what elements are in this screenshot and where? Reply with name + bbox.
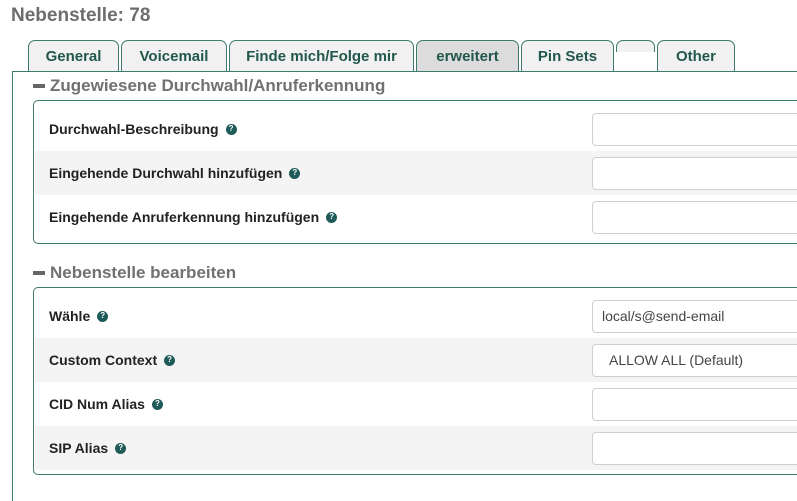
waehle-input[interactable]	[592, 299, 797, 333]
sip-alias-input[interactable]	[592, 431, 797, 465]
help-icon[interactable]: ?	[289, 167, 301, 179]
field-label-cid-num-alias: CID Num Alias ?	[49, 396, 163, 412]
minus-icon[interactable]	[33, 271, 45, 275]
section-box-nebenstelle: Wähle ? Custom Context ? ALLOW ALL (Defa…	[33, 287, 797, 475]
field-label-custom-context: Custom Context ?	[49, 352, 176, 368]
label-text: Custom Context	[49, 352, 158, 368]
durchwahl-beschreibung-input[interactable]	[592, 112, 797, 146]
label-text: Eingehende Durchwahl hinzufügen	[49, 165, 283, 181]
label-text: Wähle	[49, 308, 91, 324]
form-row: Eingehende Durchwahl hinzufügen ?	[35, 151, 797, 195]
tab-finde-mich-folge-mir[interactable]: Finde mich/Folge mir	[229, 40, 414, 71]
tab-unnamed[interactable]	[616, 40, 655, 52]
cid-num-alias-input[interactable]	[592, 387, 797, 421]
help-icon[interactable]: ?	[97, 310, 109, 322]
page-title: Nebenstelle: 78	[11, 5, 151, 26]
tab-general[interactable]: General	[28, 40, 119, 71]
tab-erweitert[interactable]: erweitert	[416, 40, 519, 72]
eingehende-durchwahl-input[interactable]	[592, 156, 797, 190]
field-label-durchwahl-beschreibung: Durchwahl-Beschreibung ?	[49, 121, 237, 137]
form-row: CID Num Alias ?	[35, 382, 797, 426]
section-header-durchwahl[interactable]: Zugewiesene Durchwahl/Anruferkennung	[33, 76, 385, 96]
section-box-durchwahl: Durchwahl-Beschreibung ? Eingehende Durc…	[33, 100, 797, 244]
section-header-nebenstelle[interactable]: Nebenstelle bearbeiten	[33, 263, 236, 283]
form-row: Wähle ?	[35, 294, 797, 338]
help-icon[interactable]: ?	[151, 398, 163, 410]
label-text: Durchwahl-Beschreibung	[49, 121, 219, 137]
label-text: Eingehende Anruferkennung hinzufügen	[49, 209, 320, 225]
tab-other[interactable]: Other	[657, 40, 735, 71]
label-text: SIP Alias	[49, 440, 109, 456]
field-label-eingehende-anruferkennung: Eingehende Anruferkennung hinzufügen ?	[49, 209, 338, 225]
label-text: CID Num Alias	[49, 396, 145, 412]
help-icon[interactable]: ?	[115, 442, 127, 454]
form-row: Custom Context ? ALLOW ALL (Default)	[35, 338, 797, 382]
custom-context-select[interactable]: ALLOW ALL (Default)	[592, 343, 797, 377]
section-title: Nebenstelle bearbeiten	[50, 263, 237, 282]
minus-icon[interactable]	[33, 84, 45, 88]
section-title: Zugewiesene Durchwahl/Anruferkennung	[50, 76, 386, 95]
form-row: Eingehende Anruferkennung hinzufügen ?	[35, 195, 797, 239]
form-row: Durchwahl-Beschreibung ?	[35, 107, 797, 151]
help-icon[interactable]: ?	[164, 354, 176, 366]
field-label-eingehende-durchwahl: Eingehende Durchwahl hinzufügen ?	[49, 165, 301, 181]
tab-pin-sets[interactable]: Pin Sets	[521, 40, 614, 71]
help-icon[interactable]: ?	[225, 123, 237, 135]
field-label-sip-alias: SIP Alias ?	[49, 440, 127, 456]
help-icon[interactable]: ?	[326, 211, 338, 223]
form-row: SIP Alias ?	[35, 426, 797, 470]
tab-voicemail[interactable]: Voicemail	[121, 40, 227, 71]
eingehende-anruferkennung-input[interactable]	[592, 200, 797, 234]
field-label-waehle: Wähle ?	[49, 308, 109, 324]
